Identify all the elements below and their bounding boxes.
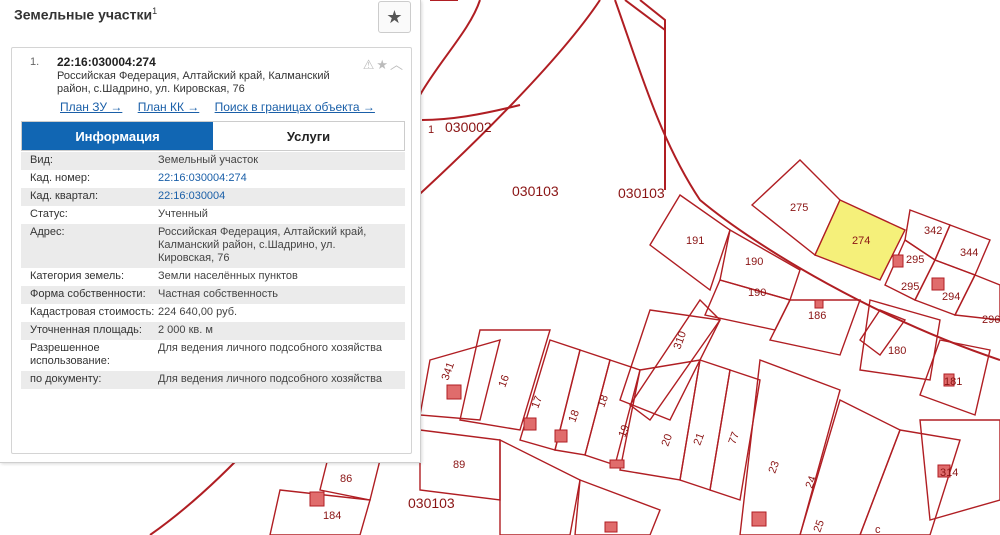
record-action-icons[interactable]: ⚠★︿ bbox=[363, 54, 405, 73]
info-key: Категория земель: bbox=[30, 270, 125, 282]
info-value: 2 000 кв. м bbox=[158, 324, 213, 336]
parcel-label[interactable]: 25 bbox=[812, 518, 827, 534]
record-links: План ЗУ → План КК → Поиск в границах объ… bbox=[60, 100, 387, 114]
parcel-label[interactable]: 295 bbox=[906, 254, 924, 266]
parcel-label[interactable]: 16 bbox=[497, 373, 512, 389]
info-value: Земли населённых пунктов bbox=[158, 270, 298, 282]
parcel-label[interactable]: 344 bbox=[960, 247, 978, 259]
info-value: Частная собственность bbox=[158, 288, 279, 300]
info-key: по документу: bbox=[30, 373, 102, 385]
parcel-label[interactable]: 86 bbox=[340, 473, 352, 485]
quarter-label: 030103 bbox=[408, 495, 455, 511]
parcel-label[interactable]: с bbox=[875, 524, 881, 535]
info-value: Для ведения личного подсобного хозяйства bbox=[158, 373, 382, 385]
info-key: Форма собственности: bbox=[30, 288, 146, 300]
parcel-card: 1. 22:16:030004:274 Российская Федерация… bbox=[11, 47, 412, 454]
quarter-label: 030002 bbox=[445, 119, 492, 135]
parcel-label[interactable]: 341 bbox=[440, 361, 458, 382]
record-cad-number[interactable]: 22:16:030004:274 bbox=[57, 55, 156, 69]
parcel-label[interactable]: 23 bbox=[767, 459, 782, 475]
link-plan-kk[interactable]: План КК → bbox=[138, 100, 200, 114]
favorite-star-button[interactable]: ★ bbox=[378, 1, 411, 33]
land-parcels-panel: Земельные участки1 ★ 1. 22:16:030004:274… bbox=[0, 0, 421, 463]
info-value: Земельный участок bbox=[158, 154, 259, 166]
info-key: Адрес: bbox=[30, 226, 65, 238]
info-row: Категория земель: Земли населённых пункто… bbox=[21, 268, 405, 286]
record-address: Российская Федерация, Алтайский край, Ка… bbox=[57, 70, 330, 95]
link-search-bounds[interactable]: Поиск в границах объекта → bbox=[215, 100, 375, 114]
info-key: Кад. квартал: bbox=[30, 190, 99, 202]
info-value: Учтенный bbox=[158, 208, 208, 220]
info-value[interactable]: 22:16:030004 bbox=[158, 190, 388, 203]
info-value: Для ведения личного подсобного хозяйства bbox=[158, 342, 382, 354]
info-key: Кадастровая стоимость: bbox=[30, 306, 155, 318]
parcel-label[interactable]: 275 bbox=[790, 202, 808, 214]
info-row: Уточненная площадь: 2 000 кв. м bbox=[21, 322, 405, 340]
info-tabs: Информация Услуги bbox=[21, 121, 405, 151]
parcel-label[interactable]: 19 bbox=[617, 423, 632, 439]
link-plan-zu[interactable]: План ЗУ → bbox=[60, 100, 122, 114]
parcel-label[interactable]: 1 bbox=[428, 124, 434, 136]
parcel-label[interactable]: 296 bbox=[982, 314, 1000, 326]
info-value: 224 640,00 руб. bbox=[158, 306, 238, 318]
parcel-label[interactable]: 310 bbox=[672, 330, 690, 351]
info-key: Разрешенное использование: bbox=[30, 342, 110, 367]
parcel-label[interactable]: 274 bbox=[852, 235, 870, 247]
info-row: Адрес: Российская Федерация, Алтайский кр… bbox=[21, 224, 405, 268]
info-row: Вид: Земельный участок bbox=[21, 152, 405, 170]
parcel-label[interactable]: 186 bbox=[808, 310, 826, 322]
parcel-label[interactable]: 18 bbox=[596, 393, 611, 409]
info-row: по документу: Для ведения личного подсобн… bbox=[21, 371, 405, 389]
parcel-label[interactable]: 314 bbox=[940, 467, 958, 479]
info-value: Российская Федерация, Алтайский край, Ка… bbox=[158, 226, 367, 264]
parcel-label[interactable]: 190 bbox=[748, 287, 766, 299]
info-key: Уточненная площадь: bbox=[30, 324, 142, 336]
info-row: Кад. квартал: 22:16:030004 bbox=[21, 188, 405, 206]
info-row: Кадастровая стоимость: 224 640,00 руб. bbox=[21, 304, 405, 322]
tab-information[interactable]: Информация bbox=[22, 122, 213, 150]
parcel-label[interactable]: 181 bbox=[944, 376, 962, 388]
parcel-label[interactable]: 342 bbox=[924, 225, 942, 237]
star-icon: ★ bbox=[386, 6, 403, 27]
parcel-label[interactable]: 191 bbox=[686, 235, 704, 247]
parcel-label[interactable]: 77 bbox=[727, 430, 742, 446]
info-key: Вид: bbox=[30, 154, 53, 166]
info-key: Статус: bbox=[30, 208, 68, 220]
info-table: Вид: Земельный участок Кад. номер: 22:16:03… bbox=[21, 152, 405, 389]
record-number: 1. bbox=[30, 56, 40, 68]
parcel-label[interactable]: 17 bbox=[530, 394, 545, 410]
info-key: Кад. номер: bbox=[30, 172, 91, 184]
parcel-label[interactable]: 180 bbox=[888, 345, 906, 357]
info-row: Разрешенное использование: Для ведения ли… bbox=[21, 340, 405, 371]
quarter-label: 030103 bbox=[618, 185, 665, 201]
info-row: Кад. номер: 22:16:030004:274 bbox=[21, 170, 405, 188]
parcel-label[interactable]: 89 bbox=[453, 459, 465, 471]
tab-services[interactable]: Услуги bbox=[213, 122, 404, 150]
parcel-label[interactable]: 190 bbox=[745, 256, 763, 268]
info-row: Форма собственности: Частная собственност… bbox=[21, 286, 405, 304]
parcel-label[interactable]: 295 bbox=[901, 281, 919, 293]
parcel-label[interactable]: 294 bbox=[942, 291, 960, 303]
parcel-label[interactable]: 20 bbox=[660, 432, 675, 448]
parcel-label[interactable]: 21 bbox=[692, 431, 707, 447]
parcel-label[interactable]: 18 bbox=[567, 408, 582, 424]
parcel-label[interactable]: 184 bbox=[323, 510, 341, 522]
panel-title: Земельные участки1 bbox=[14, 6, 158, 23]
quarter-label: 030103 bbox=[512, 183, 559, 199]
info-value[interactable]: 22:16:030004:274 bbox=[158, 172, 388, 185]
info-row: Статус: Учтенный bbox=[21, 206, 405, 224]
